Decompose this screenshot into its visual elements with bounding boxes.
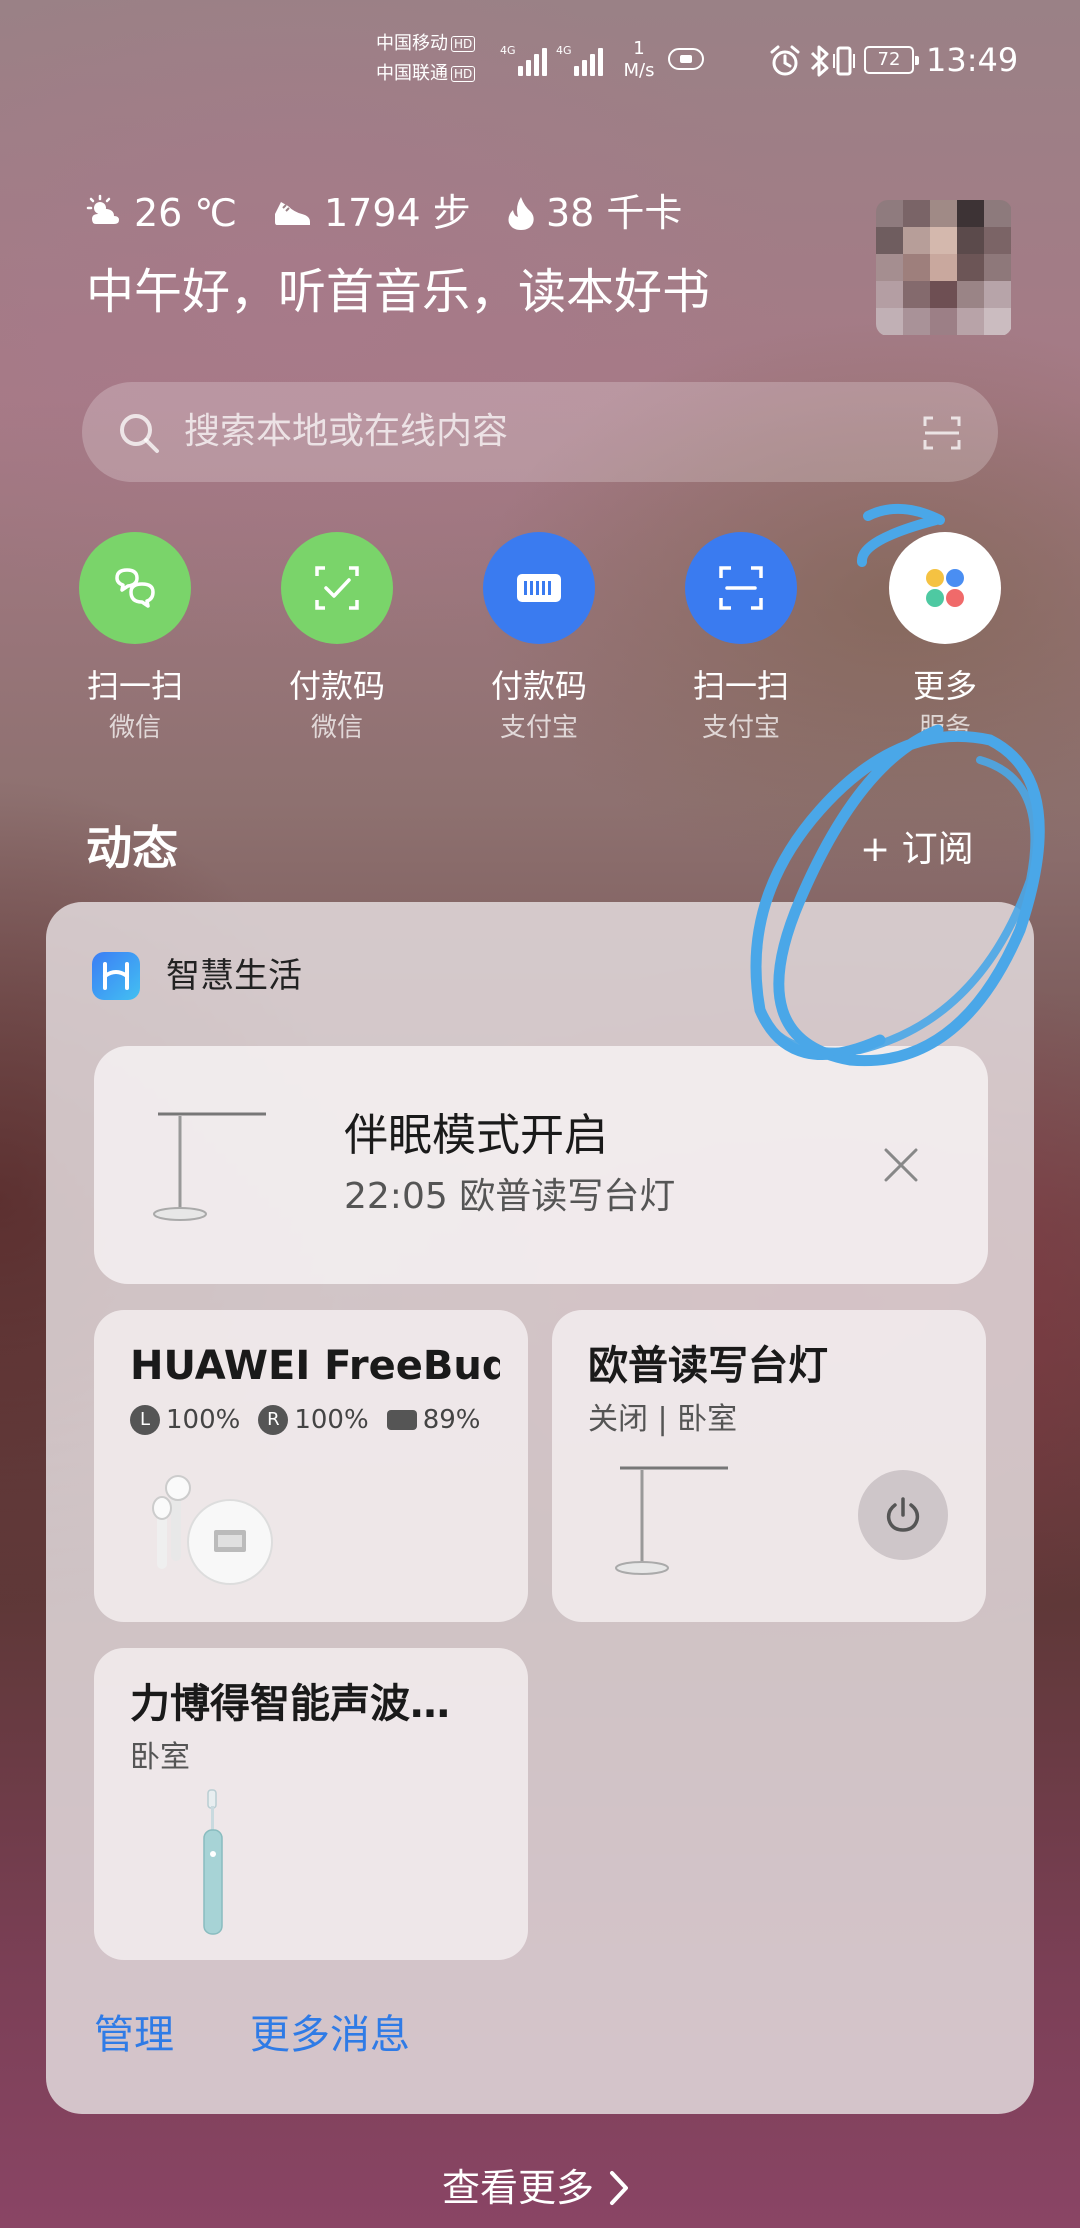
quick-action-alipay-pay[interactable]: 付款码 支付宝 — [444, 532, 634, 744]
quick-action-label: 更多 — [912, 667, 977, 705]
quick-action-label: 扫一扫 — [692, 667, 789, 705]
carrier-2: 中国联通 HD — [376, 64, 476, 84]
earbuds-icon — [152, 1475, 273, 1585]
power-button[interactable] — [858, 1470, 948, 1560]
search-bar[interactable]: 搜索本地或在线内容 — [82, 382, 998, 482]
feed-title: 动态 — [86, 821, 178, 875]
quick-action-label: 付款码 — [490, 667, 587, 705]
shoe-icon — [275, 202, 310, 225]
flame-icon — [508, 197, 534, 230]
device-desk-lamp[interactable]: 欧普读写台灯 关闭 | 卧室 — [552, 1310, 986, 1622]
quick-action-sub: 支付宝 — [701, 713, 780, 743]
net-speed: 1 M/s — [623, 38, 655, 81]
notice-title: 伴眠模式开启 — [344, 1110, 608, 1161]
sleep-mode-notice[interactable]: 伴眠模式开启 22:05 欧普读写台灯 — [94, 1046, 988, 1284]
more-apps-icon — [889, 532, 1001, 644]
hotspot-icon — [668, 48, 704, 70]
quick-action-sub: 微信 — [310, 713, 363, 743]
card-header[interactable]: 智慧生活 — [92, 950, 302, 1002]
quick-action-more[interactable]: 更多 服务 — [850, 532, 1040, 744]
carrier-1: 中国移动 HD — [376, 34, 476, 54]
calories-stat[interactable]: 38 千卡 — [506, 188, 682, 238]
vibrate-icon — [833, 46, 855, 76]
quick-action-sub: 微信 — [108, 713, 161, 743]
desk-lamp-icon — [153, 1112, 266, 1221]
quick-action-label: 扫一扫 — [86, 667, 183, 705]
toothbrush-icon — [203, 1789, 223, 1935]
status-bar: 中国移动 HD 中国联通 HD 4G 4G 1 M/s 72 13:49 — [0, 0, 1080, 120]
device-status: 关闭 | 卧室 — [588, 1402, 738, 1437]
device-freebuds[interactable]: HUAWEI FreeBud… L 100% R 100% 89% — [94, 1310, 528, 1622]
clock: 13:49 — [926, 41, 1019, 79]
weather-partly-sunny-icon — [86, 194, 119, 224]
quick-action-sub: 服务 — [918, 713, 971, 743]
alarm-icon — [770, 45, 800, 76]
charging-case-icon — [386, 1410, 417, 1430]
weather-value: 26 ℃ — [134, 191, 238, 235]
see-more-button[interactable]: 查看更多 — [442, 2164, 630, 2212]
scan-icon[interactable] — [922, 414, 962, 452]
card-title: 智慧生活 — [166, 956, 302, 996]
close-icon[interactable] — [882, 1146, 920, 1184]
desk-lamp-icon — [615, 1466, 728, 1575]
manage-link[interactable]: 管理 — [94, 2010, 174, 2060]
device-location: 卧室 — [130, 1740, 190, 1775]
alipay-scan-icon — [685, 532, 797, 644]
power-icon — [886, 1497, 920, 1532]
battery-icon: 72 — [864, 46, 919, 74]
bluetooth-icon — [810, 45, 829, 77]
smart-life-logo-icon — [92, 952, 140, 1000]
wechat-pay-icon — [281, 532, 393, 644]
quick-action-label: 付款码 — [288, 667, 385, 705]
search-icon — [120, 414, 159, 453]
quick-action-alipay-scan[interactable]: 扫一扫 支付宝 — [646, 532, 836, 744]
subscribe-button[interactable]: + 订阅 — [860, 826, 974, 874]
wechat-scan-icon — [79, 532, 191, 644]
quick-action-sub: 支付宝 — [499, 713, 578, 743]
left-earbud-icon: L — [130, 1405, 160, 1435]
search-input[interactable]: 搜索本地或在线内容 — [184, 408, 508, 456]
quick-action-wechat-pay[interactable]: 付款码 微信 — [242, 532, 432, 744]
chevron-right-icon — [610, 2171, 629, 2205]
notice-subtitle: 22:05 欧普读写台灯 — [344, 1176, 676, 1217]
greeting-message: 中午好，听首音乐，读本好书 — [86, 264, 711, 320]
device-name: 力博得智能声波… — [130, 1681, 450, 1727]
battery-status: L 100% R 100% 89% — [130, 1402, 480, 1438]
more-messages-link[interactable]: 更多消息 — [250, 2010, 410, 2060]
alipay-pay-icon — [483, 532, 595, 644]
calories-value: 38 千卡 — [546, 191, 683, 235]
right-earbud-icon: R — [258, 1405, 289, 1435]
device-name: HUAWEI FreeBud… — [130, 1343, 500, 1389]
steps-value: 1794 步 — [324, 191, 471, 235]
smart-life-card: 智慧生活 伴眠模式开启 22:05 欧普读写台灯 HUAWEI FreeBud…… — [46, 902, 1034, 2114]
signal-icon: 4G — [500, 44, 548, 76]
device-toothbrush[interactable]: 力博得智能声波… 卧室 — [94, 1648, 528, 1960]
signal-icon: 4G — [556, 44, 604, 76]
steps-stat[interactable]: 1794 步 — [272, 188, 471, 238]
device-name: 欧普读写台灯 — [588, 1343, 828, 1389]
weather-stat[interactable]: 26 ℃ — [86, 188, 237, 238]
quick-action-wechat-scan[interactable]: 扫一扫 微信 — [40, 532, 230, 744]
avatar[interactable] — [876, 200, 1012, 336]
